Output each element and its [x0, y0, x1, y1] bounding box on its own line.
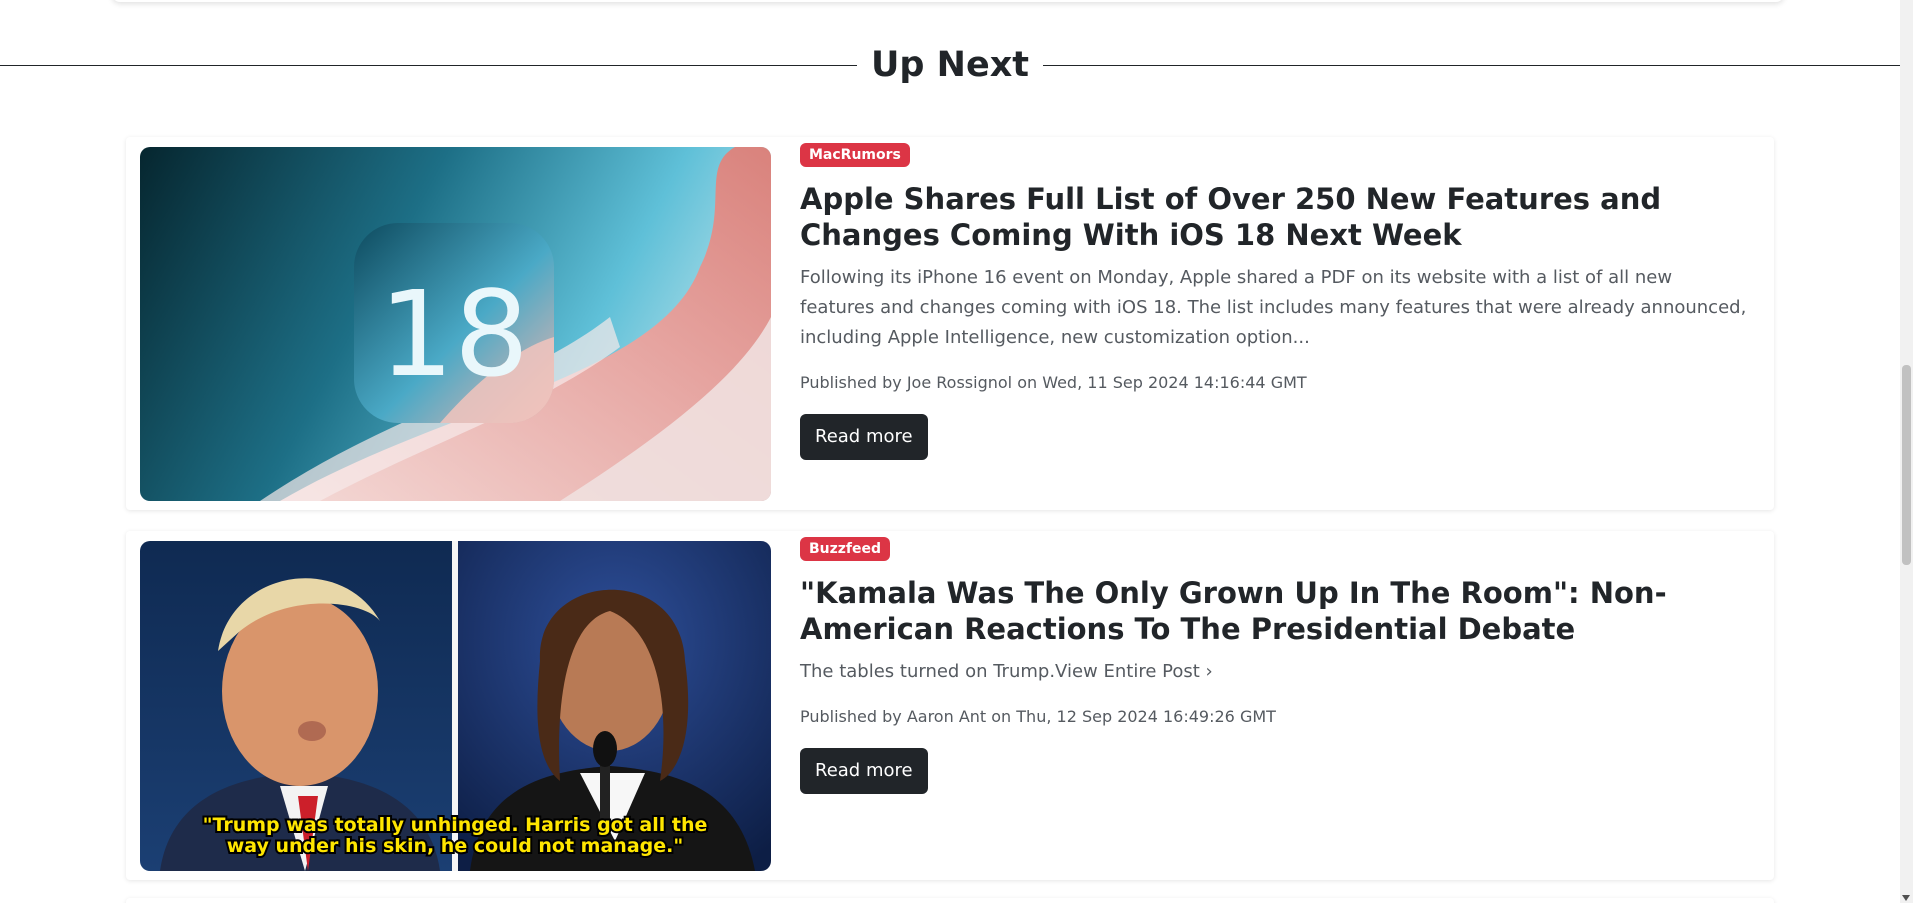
article-title[interactable]: "Kamala Was The Only Grown Up In The Roo… [800, 575, 1750, 647]
next-article-card [126, 898, 1774, 903]
article-byline: Published by Joe Rossignol on Wed, 11 Se… [800, 373, 1307, 392]
debate-photo: "Trump was totally unhinged. Harris got … [140, 541, 771, 871]
source-badge: MacRumors [800, 143, 910, 167]
vertical-scrollbar[interactable] [1900, 0, 1913, 903]
ios18-illustration: 18 [140, 147, 771, 501]
scrollbar-thumb[interactable] [1902, 365, 1911, 565]
page: Up Next 18 MacRumors Apple Shares Full L… [0, 0, 1913, 903]
previous-article-card [112, 0, 1784, 2]
heading-divider-left [0, 64, 857, 66]
article-byline: Published by Aaron Ant on Thu, 12 Sep 20… [800, 707, 1276, 726]
scroll-down-arrow-icon[interactable] [1902, 895, 1910, 901]
caption-line-2: way under his skin, he could not manage.… [227, 835, 684, 857]
article-summary: The tables turned on Trump.View Entire P… [800, 661, 1213, 682]
source-badge: Buzzfeed [800, 537, 891, 561]
section-heading: Up Next [0, 40, 1900, 90]
read-more-button[interactable]: Read more [800, 748, 928, 794]
article-image[interactable]: "Trump was totally unhinged. Harris got … [140, 541, 771, 871]
article-card: 18 MacRumors Apple Shares Full List of O… [126, 137, 1774, 510]
ios18-icon-number: 18 [379, 265, 529, 403]
article-summary: Following its iPhone 16 event on Monday,… [800, 267, 1747, 348]
article-card: "Trump was totally unhinged. Harris got … [126, 531, 1774, 880]
article-image[interactable]: 18 [140, 147, 771, 501]
caption-line-1: "Trump was totally unhinged. Harris got … [203, 814, 708, 836]
article-content: MacRumors Apple Shares Full List of Over… [800, 143, 1750, 460]
section-title: Up Next [871, 45, 1029, 85]
article-title[interactable]: Apple Shares Full List of Over 250 New F… [800, 181, 1750, 253]
heading-divider-right [1043, 64, 1900, 66]
article-content: Buzzfeed "Kamala Was The Only Grown Up I… [800, 537, 1750, 794]
read-more-button[interactable]: Read more [800, 414, 928, 460]
